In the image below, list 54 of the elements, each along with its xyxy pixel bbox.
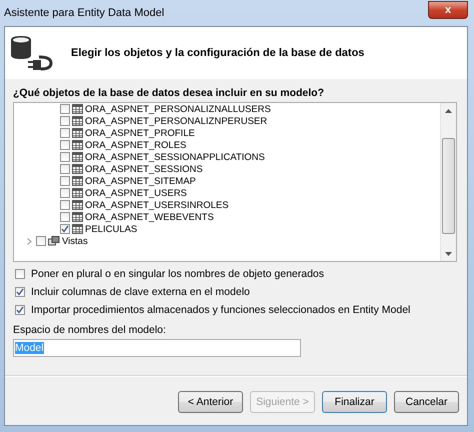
checkbox[interactable] (60, 104, 70, 114)
table-icon (72, 116, 83, 126)
table-icon (72, 212, 83, 222)
tree-item[interactable]: ORA_ASPNET_SESSIONS (85, 164, 203, 174)
tree-item[interactable]: ORA_ASPNET_PERSONALIZNPERUSER (85, 116, 268, 126)
wizard-button[interactable]: Cancelar (394, 391, 459, 413)
tree-item[interactable]: ORA_ASPNET_PROFILE (85, 128, 195, 138)
table-icon (72, 188, 83, 198)
page-heading: Elegir los objetos y la configuración de la base de datos (71, 47, 364, 59)
wizard-button[interactable]: Finalizar (322, 391, 387, 413)
scroll-up-icon[interactable] (445, 108, 452, 112)
tree-item[interactable]: ORA_ASPNET_PERSONALIZNALLUSERS (85, 104, 271, 114)
option-label: Importar procedimientos almacenados y funciones seleccionados en Entity Model (31, 304, 410, 316)
table-icon (72, 152, 83, 162)
table-icon (72, 164, 83, 174)
database-plug-icon (9, 35, 53, 71)
checkbox[interactable] (15, 269, 25, 279)
checkbox[interactable] (60, 212, 70, 222)
tree-item[interactable]: ORA_ASPNET_WEBEVENTS (85, 212, 214, 222)
table-icon (72, 224, 83, 234)
table-icon (72, 128, 83, 138)
checkbox[interactable] (60, 188, 70, 198)
option-label: Incluir columnas de clave externa en el modelo (31, 286, 250, 298)
checkbox[interactable] (60, 224, 70, 234)
tree-item[interactable]: ORA_ASPNET_USERSINROLES (85, 200, 229, 210)
checkbox[interactable] (60, 152, 70, 162)
checkbox[interactable] (60, 200, 70, 210)
tree-label: ¿Qué objetos de la base de datos desea incluir en su modelo? (13, 87, 325, 99)
tree-item[interactable]: Vistas (62, 236, 88, 246)
scroll-down-icon[interactable] (445, 252, 452, 256)
checkbox[interactable] (60, 176, 70, 186)
tree-item[interactable]: ORA_ASPNET_USERS (85, 188, 187, 198)
option-label: Poner en plural o en singular los nombres de objeto generados (31, 268, 324, 280)
wizard-button[interactable]: < Anterior (178, 391, 243, 413)
checkbox[interactable] (36, 236, 46, 246)
expand-icon[interactable] (26, 235, 34, 247)
namespace-label: Espacio de nombres del modelo: (13, 324, 167, 336)
table-icon (72, 176, 83, 186)
tree-item[interactable]: ORA_ASPNET_SITEMAP (85, 176, 196, 186)
views-icon (48, 236, 60, 246)
table-icon (72, 140, 83, 150)
table-icon (72, 200, 83, 210)
checkbox[interactable] (60, 128, 70, 138)
window-title: Asistente para Entity Data Model (4, 7, 164, 19)
tree-item[interactable]: ORA_ASPNET_SESSIONAPPLICATIONS (85, 152, 265, 162)
checkbox[interactable] (60, 140, 70, 150)
checkbox[interactable] (60, 116, 70, 126)
checkbox[interactable] (60, 164, 70, 174)
checkbox[interactable] (15, 287, 25, 297)
scrollbar[interactable] (440, 103, 456, 261)
tree-item[interactable]: ORA_ASPNET_ROLES (85, 140, 186, 150)
close-button[interactable]: x (428, 1, 468, 19)
checkbox[interactable] (15, 305, 25, 315)
tree-item[interactable]: PELICULAS (85, 224, 138, 234)
